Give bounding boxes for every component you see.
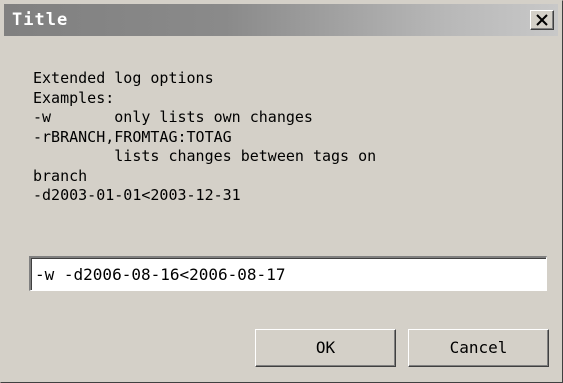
- message-line: -w only lists own changes: [33, 108, 313, 126]
- ok-button[interactable]: OK: [255, 329, 396, 367]
- message-line: -d2003-01-01<2003-12-31: [33, 186, 241, 204]
- message-line: -rBRANCH,FROMTAG:TOTAG: [33, 127, 232, 146]
- message-line: lists changes between tags on: [33, 147, 377, 165]
- window-title: Title: [12, 10, 69, 30]
- message-line: Examples:: [33, 88, 115, 107]
- close-icon: [536, 14, 548, 26]
- message-text: Extended log options Examples: -w only l…: [33, 69, 533, 206]
- title-bar[interactable]: Title: [4, 4, 558, 36]
- cancel-button[interactable]: Cancel: [408, 329, 549, 367]
- dialog-window: Title Extended log options Examples: -w …: [0, 0, 563, 383]
- message-line: Extended log options: [33, 69, 214, 87]
- message-line: branch: [33, 166, 88, 185]
- close-button[interactable]: [530, 10, 554, 30]
- log-options-input[interactable]: -w -d2006-08-16<2006-08-17: [29, 256, 547, 291]
